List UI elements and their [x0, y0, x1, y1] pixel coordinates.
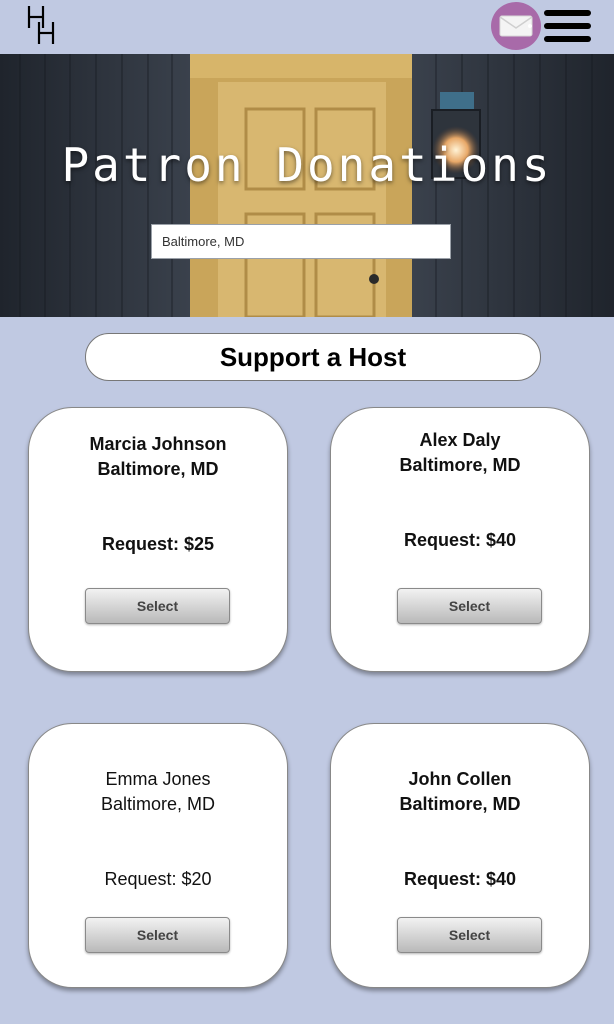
support-a-host-heading: Support a Host [85, 333, 541, 381]
select-button[interactable]: Select [397, 917, 542, 953]
host-request: Request: $40 [403, 869, 517, 889]
host-name: Emma Jones [105, 769, 211, 789]
hh-logo-icon[interactable] [26, 4, 58, 46]
host-city: Baltimore, MD [399, 455, 521, 475]
select-button[interactable]: Select [85, 917, 230, 953]
host-name: Marcia Johnson [89, 434, 227, 454]
host-request: Request: $40 [403, 530, 517, 550]
select-button[interactable]: Select [85, 588, 230, 624]
menu-bar [544, 36, 591, 42]
menu-bar [544, 23, 591, 29]
envelope-icon [499, 15, 533, 37]
host-card: Marcia Johnson Baltimore, MD Request: $2… [28, 407, 288, 672]
menu-bar [544, 10, 591, 16]
hamburger-menu-icon[interactable] [544, 10, 592, 44]
messages-button[interactable] [491, 2, 541, 50]
host-name: Alex Daly [419, 430, 501, 450]
hero-banner: Patron Donations [0, 54, 614, 317]
location-search-input[interactable] [151, 224, 451, 259]
host-card: Alex Daly Baltimore, MD Request: $40 Sel… [330, 407, 590, 672]
host-name: John Collen [408, 769, 512, 789]
host-city: Baltimore, MD [97, 459, 219, 479]
host-city: Baltimore, MD [100, 794, 216, 814]
host-card: Emma Jones Baltimore, MD Request: $20 Se… [28, 723, 288, 988]
host-city: Baltimore, MD [399, 794, 521, 814]
host-request: Request: $25 [101, 534, 215, 554]
host-request: Request: $20 [104, 869, 212, 889]
host-card: John Collen Baltimore, MD Request: $40 S… [330, 723, 590, 988]
page-title: Patron Donations [61, 138, 553, 192]
select-button[interactable]: Select [397, 588, 542, 624]
top-bar [0, 0, 614, 54]
